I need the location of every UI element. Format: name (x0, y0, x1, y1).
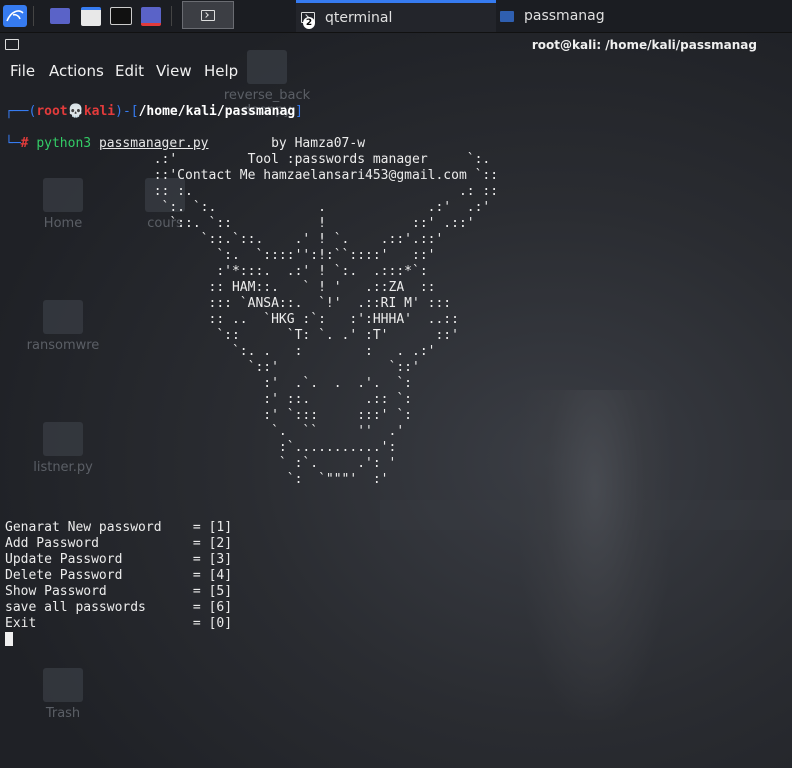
banner-line: `::' `::' (5, 360, 420, 375)
prompt-host: kali (83, 104, 116, 119)
banner-line: :' ::. .:: `: (5, 392, 412, 407)
option-row: Show Password = [5] (5, 584, 232, 600)
banner-line: `:. . : : . .:' (5, 344, 436, 359)
option-key: [4] (208, 568, 233, 583)
banner-line: :'*:::. .:' ! `:. .:::*`: (5, 264, 428, 279)
banner-line: :' `::: :::' `: (5, 408, 412, 423)
workspace-window-thumbnail[interactable] (182, 1, 234, 29)
banner-line: `:: `T: `. .' :T' ::' (5, 328, 459, 343)
option-key: [6] (208, 600, 233, 615)
option-key: [1] (208, 520, 233, 535)
option-label: save all passwords (5, 600, 146, 615)
banner-line: `::. `:: ! ::' .::' (5, 216, 475, 231)
tab-label: passmanag (524, 8, 605, 24)
window-title: root@kali: /home/kali/passmanag (531, 38, 757, 52)
trash-icon (43, 668, 83, 702)
option-equals: = (185, 584, 209, 599)
desktop-icon-trash[interactable]: Trash (18, 668, 108, 721)
option-row: Genarat New password = [1] (5, 520, 232, 536)
file-manager-icon[interactable] (79, 4, 103, 28)
option-key: [3] (208, 552, 233, 567)
option-key: [5] (208, 584, 233, 599)
show-desktop-icon[interactable] (48, 4, 72, 28)
text-cursor (5, 632, 13, 646)
banner-line: ::: `ANSA::. `!' .::RI M' ::: (5, 296, 452, 311)
option-label: Add Password (5, 536, 99, 551)
folder-icon (500, 10, 514, 22)
option-equals: = (185, 616, 209, 631)
menu-edit[interactable]: Edit (115, 62, 144, 80)
taskbar: 2 qterminal passmanag (0, 0, 792, 33)
option-key: [0] (208, 616, 233, 631)
desktop-icon-label: Trash (45, 706, 81, 721)
banner-line: :: :. .: :: (5, 184, 499, 199)
prompt-path: /home/kali/passmanag (138, 104, 296, 119)
terminal-titlebar[interactable]: root@kali: /home/kali/passmanag (0, 33, 792, 57)
tab-qterminal[interactable]: 2 qterminal (296, 0, 496, 32)
option-label: Genarat New password (5, 520, 162, 535)
banner-line: :`...........': (5, 440, 397, 455)
option-key: [2] (208, 536, 233, 551)
tab-label: qterminal (325, 9, 393, 26)
banner-line: ::'Contact Me hamzaelansari453@gmail.com… (5, 168, 499, 183)
option-label: Exit (5, 616, 37, 631)
option-label: Delete Password (5, 568, 123, 583)
menu-file[interactable]: File (10, 62, 35, 80)
option-row: Add Password = [2] (5, 536, 232, 552)
option-label: Update Password (5, 552, 123, 567)
banner-line: `:. `::::'':!:``::::' ::' (5, 248, 436, 263)
taskbar-separator (171, 6, 172, 26)
background-raccoon (520, 390, 670, 720)
banner-line: by Hamza07-w (5, 136, 366, 151)
menu-actions[interactable]: Actions (49, 62, 104, 80)
terminal-launcher-icon[interactable] (109, 4, 133, 28)
option-equals: = (185, 600, 209, 615)
banner-line: `::.`::. .' ! `. .::'.::' (5, 232, 444, 247)
prompt-line-1: ┌──(root💀kali)-[/home/kali/passmanag] (5, 104, 303, 119)
menu-view[interactable]: View (156, 62, 192, 80)
prompt-user: root (36, 104, 68, 119)
banner-line: :' .`. . .'. `: (5, 376, 412, 391)
option-row: Update Password = [3] (5, 552, 232, 568)
kali-menu-icon[interactable] (2, 4, 28, 28)
window-count-badge: 2 (303, 17, 315, 29)
tab-passmanag[interactable]: passmanag (500, 0, 680, 32)
banner-line: :: HAM::. ` ! ' .::ZA :: (5, 280, 436, 295)
option-row: Exit = [0] (5, 616, 232, 632)
option-label: Show Password (5, 584, 107, 599)
banner-line: `: `"""' :' (5, 472, 389, 487)
terminal-icon (201, 9, 215, 21)
terminal-icon (5, 39, 19, 50)
taskbar-separator (33, 6, 34, 26)
options-menu: Genarat New password = [1] Add Password =… (5, 520, 232, 632)
option-equals: = (185, 520, 209, 535)
terminal-menubar: File Actions Edit View Help (0, 58, 792, 84)
screen-recorder-icon[interactable] (139, 4, 163, 28)
banner-line: ` :`. .': ' (5, 456, 397, 471)
banner-line: `. `` '' .' (5, 424, 405, 439)
option-equals: = (185, 568, 209, 583)
menu-help[interactable]: Help (204, 62, 238, 80)
option-row: save all passwords = [6] (5, 600, 232, 616)
banner-line: :: .. `HKG :`: :':HHHA' ..:: (5, 312, 459, 327)
ascii-banner: by Hamza07-w .:' Tool :passwords manager… (5, 136, 498, 488)
option-row: Delete Password = [4] (5, 568, 232, 584)
option-equals: = (185, 536, 209, 551)
option-equals: = (185, 552, 209, 567)
banner-line: `:. `:. . .:' .:' (5, 200, 491, 215)
banner-line: .:' Tool :passwords manager `:. (5, 152, 491, 167)
